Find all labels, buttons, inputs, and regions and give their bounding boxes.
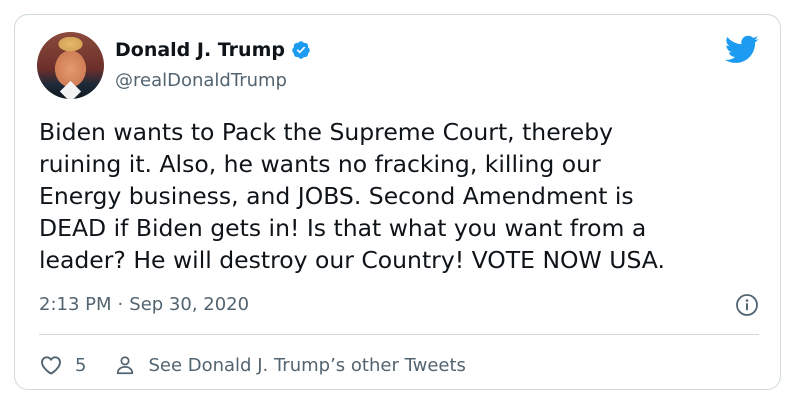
like-count: 5: [75, 354, 87, 376]
tweet-card: Donald J. Trump @realDonaldTrump Biden w…: [14, 14, 781, 390]
author-name-row: Donald J. Trump: [115, 39, 311, 61]
tweet-actions: 5 See Donald J. Trump’s other Tweets: [39, 351, 466, 379]
tweet-timestamp[interactable]: 2:13 PM · Sep 30, 2020: [39, 294, 249, 315]
tweet-text: Biden wants to Pack the Supreme Court, t…: [39, 118, 665, 274]
author-handle[interactable]: @realDonaldTrump: [115, 70, 287, 91]
avatar[interactable]: [37, 32, 104, 99]
other-tweets-label[interactable]: See Donald J. Trump’s other Tweets: [148, 355, 465, 376]
divider: [39, 334, 759, 335]
timestamp-separator: ·: [117, 294, 124, 315]
verified-badge-icon: [291, 40, 311, 60]
avatar-shirt: [59, 80, 82, 99]
info-icon[interactable]: [735, 293, 759, 317]
twitter-bird-icon[interactable]: [725, 34, 759, 64]
other-tweets-link[interactable]: See Donald J. Trump’s other Tweets: [114, 354, 466, 376]
tweet-time[interactable]: 2:13 PM: [39, 294, 112, 315]
person-icon: [114, 354, 136, 376]
tweet-date[interactable]: Sep 30, 2020: [129, 294, 249, 315]
author-name[interactable]: Donald J. Trump: [115, 39, 285, 61]
like-button[interactable]: 5: [39, 353, 114, 377]
heart-icon[interactable]: [39, 353, 63, 377]
